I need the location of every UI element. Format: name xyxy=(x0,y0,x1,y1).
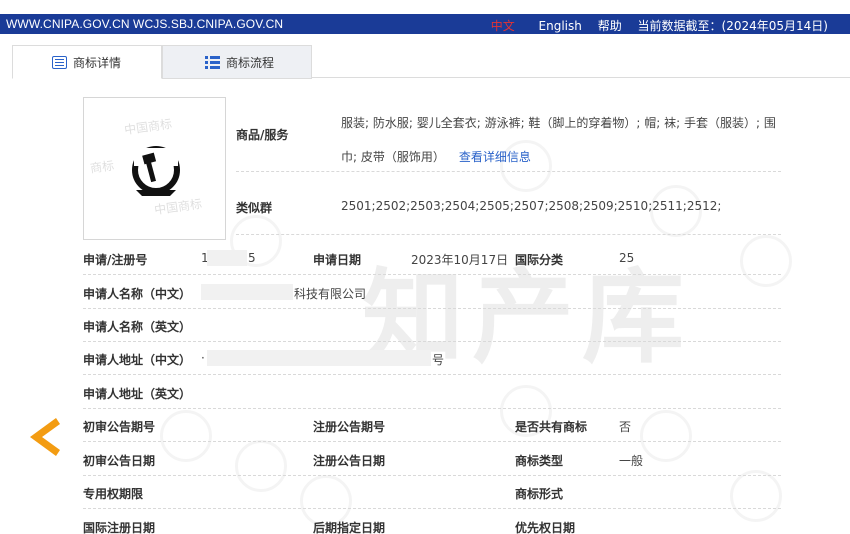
divider xyxy=(236,171,781,172)
lang-zh-link[interactable]: 中文 xyxy=(491,19,515,33)
divider xyxy=(83,308,781,309)
trademark-logo-icon xyxy=(132,146,180,196)
tm-form-label: 商标形式 xyxy=(515,487,564,501)
data-date-text: 当前数据截至：(2024年05月14日) xyxy=(637,19,828,33)
reg-no-suffix: 5 xyxy=(248,251,256,265)
goods-label: 商品/服务 xyxy=(236,128,289,142)
lang-en-link[interactable]: English xyxy=(539,19,582,33)
shared-label: 是否共有商标 xyxy=(515,420,588,434)
applicant-en-label: 申请人名称（英文） xyxy=(83,320,192,334)
redacted-block xyxy=(207,350,431,366)
site-domain: WWW.CNIPA.GOV.CN WCJS.SBJ.CNIPA.GOV.CN xyxy=(6,17,284,31)
intl-reg-date-label: 国际注册日期 xyxy=(83,521,156,534)
watermark-stamp xyxy=(740,235,792,287)
divider xyxy=(83,441,781,442)
applicant-cn-value: 科技有限公司 xyxy=(294,287,367,301)
reg-pub-date-label: 注册公告日期 xyxy=(313,454,386,468)
help-link[interactable]: 帮助 xyxy=(598,19,622,33)
document-icon xyxy=(52,55,67,69)
address-cn-label: 申请人地址（中文） xyxy=(83,353,192,367)
reg-no-label: 申请/注册号 xyxy=(83,253,148,267)
prelim-pub-no-label: 初审公告期号 xyxy=(83,420,156,434)
view-detail-link[interactable]: 查看详细信息 xyxy=(459,150,531,164)
divider xyxy=(236,234,781,235)
intl-class-label: 国际分类 xyxy=(515,253,564,267)
apply-date-label: 申请日期 xyxy=(313,253,362,267)
tab-label: 商标详情 xyxy=(73,55,122,70)
watermark-stamp xyxy=(235,440,287,492)
chevron-left-icon[interactable] xyxy=(30,418,60,456)
goods-value: 服装; 防水服; 婴儿全套衣; 游泳裤; 鞋（脚上的穿着物）; 帽; 袜; 手套… xyxy=(341,116,776,164)
divider xyxy=(83,475,781,476)
tab-trademark-flow[interactable]: 商标流程 xyxy=(162,45,312,79)
divider xyxy=(83,374,781,375)
intl-class-value: 25 xyxy=(619,251,635,265)
list-icon xyxy=(205,55,220,69)
redacted-block xyxy=(207,250,247,266)
tm-type-label: 商标类型 xyxy=(515,454,564,468)
prelim-pub-date-label: 初审公告日期 xyxy=(83,454,156,468)
top-bar: WWW.CNIPA.GOV.CN WCJS.SBJ.CNIPA.GOV.CN 中… xyxy=(0,14,850,34)
exclusive-period-label: 专用权期限 xyxy=(83,487,144,501)
similar-group-value: 2501;2502;2503;2504;2505;2507;2508;2509;… xyxy=(341,199,722,213)
top-bar-right: 中文 English 帮助 当前数据截至：(2024年05月14日) xyxy=(491,17,828,34)
similar-group-label: 类似群 xyxy=(236,201,273,215)
tab-label: 商标流程 xyxy=(226,55,275,70)
watermark-stamp xyxy=(160,410,212,462)
address-en-label: 申请人地址（英文） xyxy=(83,387,192,401)
divider xyxy=(83,341,781,342)
address-cn-suffix: 号 xyxy=(432,353,445,367)
watermark-stamp xyxy=(730,470,782,522)
applicant-cn-label: 申请人名称（中文） xyxy=(83,287,192,301)
address-cn-prefix: · xyxy=(201,351,205,365)
priority-date-label: 优先权日期 xyxy=(515,521,576,534)
divider xyxy=(83,274,781,275)
goods-text: 服装; 防水服; 婴儿全套衣; 游泳裤; 鞋（脚上的穿着物）; 帽; 袜; 手套… xyxy=(341,106,791,174)
tm-type-value: 一般 xyxy=(619,454,644,468)
shared-value: 否 xyxy=(619,420,632,434)
tab-bar: 商标详情 商标流程 xyxy=(12,45,850,79)
trademark-image[interactable]: 中国商标 商标 中国商标 xyxy=(83,97,226,240)
divider xyxy=(83,508,781,509)
reg-pub-no-label: 注册公告期号 xyxy=(313,420,386,434)
divider xyxy=(83,408,781,409)
watermark-stamp xyxy=(640,410,692,462)
apply-date-value: 2023年10月17日 xyxy=(411,253,509,267)
later-designation-label: 后期指定日期 xyxy=(313,521,386,534)
redacted-block xyxy=(201,284,293,300)
tab-trademark-detail[interactable]: 商标详情 xyxy=(12,45,162,79)
